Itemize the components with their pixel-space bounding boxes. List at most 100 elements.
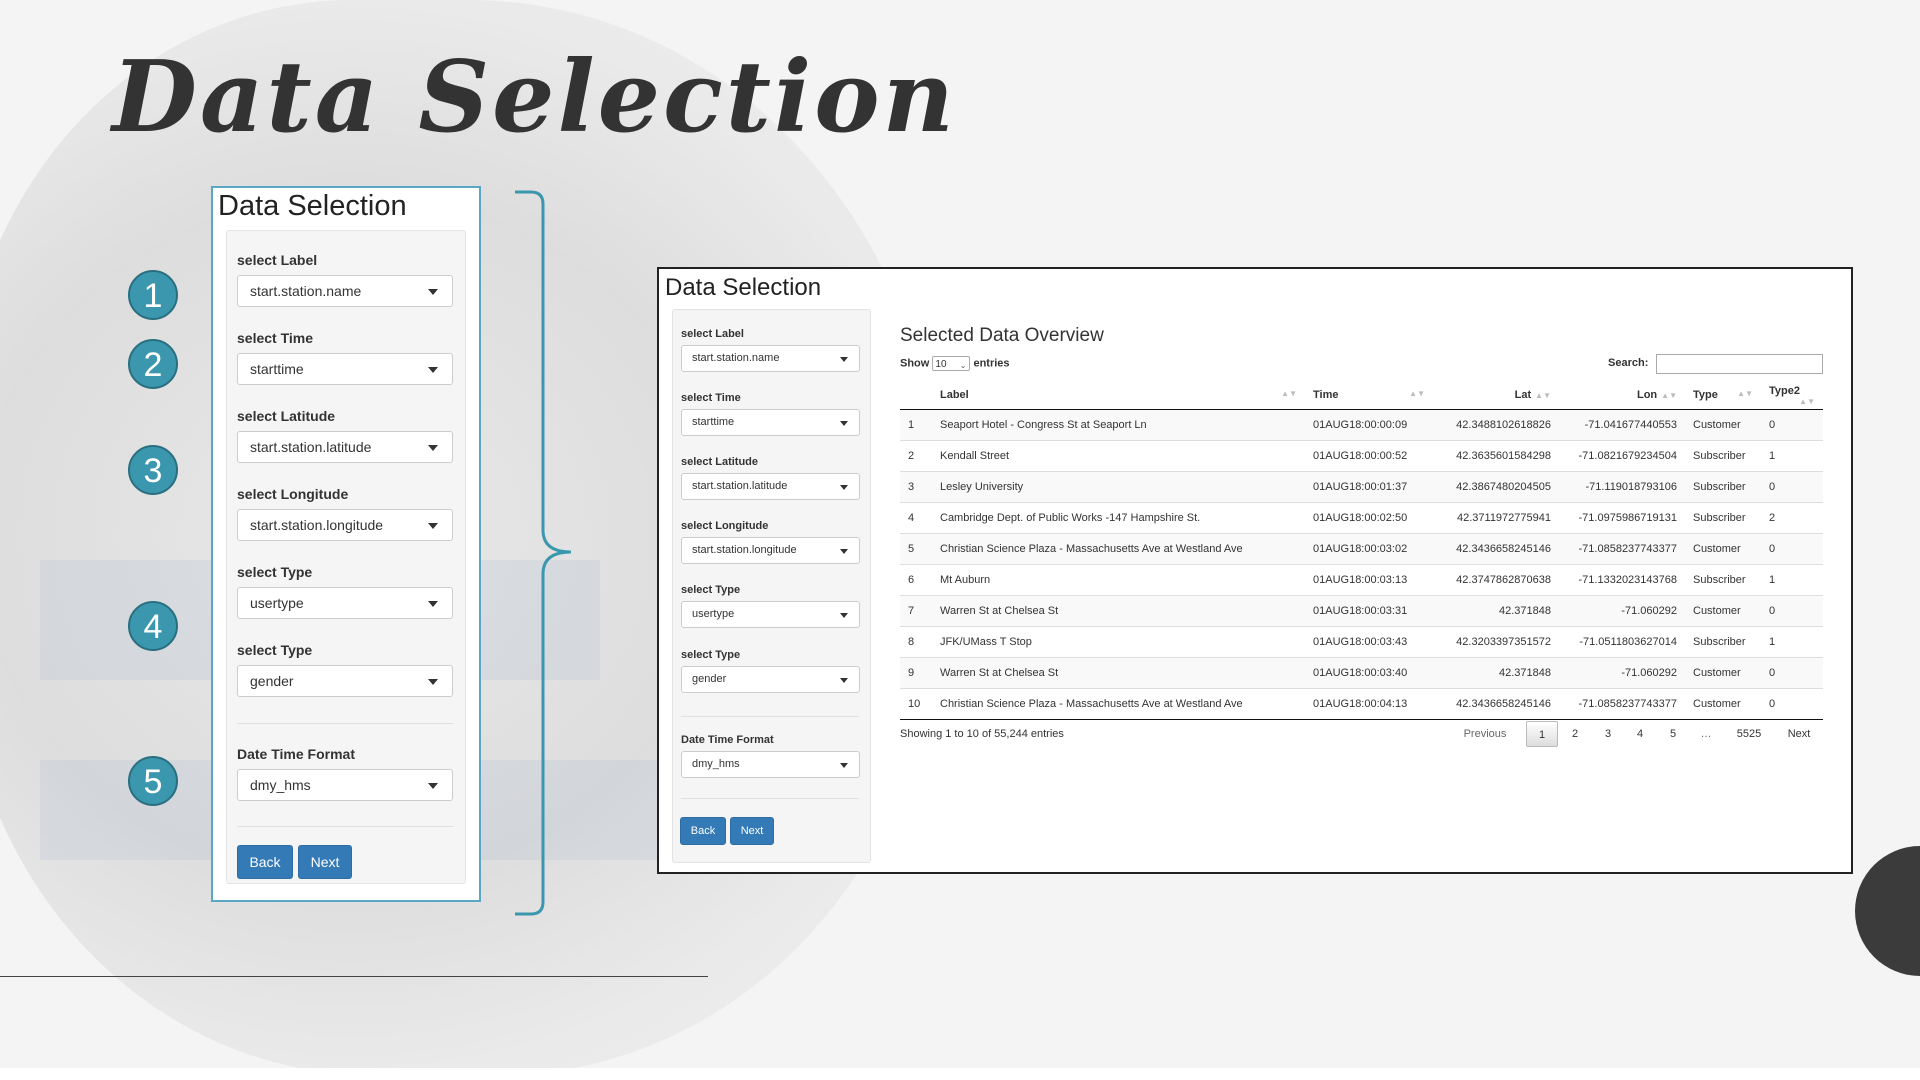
datetime-format-select[interactable]: dmy_hms <box>681 751 860 778</box>
cell-lat: 42.3747862870638 <box>1433 564 1559 596</box>
back-button[interactable]: Back <box>680 817 726 845</box>
cell-time: 01AUG18:00:03:40 <box>1305 657 1433 689</box>
type-select[interactable]: usertype <box>237 587 453 619</box>
pagination-ellipsis: … <box>1700 728 1712 740</box>
caret-down-icon <box>428 367 438 373</box>
label-select[interactable]: start.station.name <box>681 345 860 372</box>
select-value: start.station.longitude <box>250 517 384 533</box>
select-value: gender <box>250 673 294 689</box>
entries-value: 10 <box>935 359 947 370</box>
table-row[interactable]: 9 Warren St at Chelsea St 01AUG18:00:03:… <box>900 657 1823 689</box>
row-index: 6 <box>900 564 932 596</box>
field-label: select Type <box>237 564 313 580</box>
row-index: 2 <box>900 440 932 472</box>
type2-select[interactable]: gender <box>681 666 860 693</box>
cell-lon: -71.0858237743377 <box>1559 533 1685 565</box>
type-select[interactable]: usertype <box>681 601 860 628</box>
search-input[interactable] <box>1656 354 1823 374</box>
column-header-type[interactable]: Type ▲▼ <box>1685 381 1761 410</box>
table-row[interactable]: 3 Lesley University 01AUG18:00:01:37 42.… <box>900 471 1823 503</box>
select-value: start.station.latitude <box>250 439 372 455</box>
table-row[interactable]: 4 Cambridge Dept. of Public Works -147 H… <box>900 502 1823 534</box>
select-value: usertype <box>250 595 304 611</box>
cell-label: Lesley University <box>932 471 1305 503</box>
entries-select[interactable]: 10 ⌄ <box>932 356 971 371</box>
cell-lon: -71.0975986719131 <box>1559 502 1685 534</box>
cell-time: 01AUG18:00:02:50 <box>1305 502 1433 534</box>
longitude-field: select Longitude start.station.longitude <box>237 486 453 541</box>
cell-time: 01AUG18:00:00:09 <box>1305 409 1433 441</box>
select-value: starttime <box>250 361 304 377</box>
cell-type2: 0 <box>1761 409 1823 441</box>
table-row[interactable]: 1 Seaport Hotel - Congress St at Seaport… <box>900 409 1823 441</box>
type-field: select Type usertype <box>681 584 860 628</box>
cell-label: Seaport Hotel - Congress St at Seaport L… <box>932 409 1305 441</box>
row-index: 8 <box>900 626 932 658</box>
datetime-format-select[interactable]: dmy_hms <box>237 769 453 801</box>
bracket-connector <box>515 190 571 916</box>
column-header-type2[interactable]: Type2 ▲▼ <box>1761 381 1823 410</box>
pagination-page-5[interactable]: 5 <box>1659 721 1687 747</box>
column-header-time[interactable]: Time ▲▼ <box>1305 381 1433 410</box>
field-label: select Label <box>681 328 744 340</box>
row-index: 10 <box>900 688 932 720</box>
cell-lat: 42.3436658245146 <box>1433 533 1559 565</box>
cell-time: 01AUG18:00:04:13 <box>1305 688 1433 720</box>
table-row[interactable]: 5 Christian Science Plaza - Massachusett… <box>900 533 1823 565</box>
column-header-lat[interactable]: Lat ▲▼ <box>1433 381 1559 410</box>
pagination-page-3[interactable]: 3 <box>1594 721 1622 747</box>
cell-lon: -71.060292 <box>1559 657 1685 689</box>
latitude-select[interactable]: start.station.latitude <box>237 431 453 463</box>
column-header-label[interactable]: Label ▲▼ <box>932 381 1305 410</box>
cell-type2: 2 <box>1761 502 1823 534</box>
row-index: 7 <box>900 595 932 627</box>
select-value: dmy_hms <box>250 777 311 793</box>
latitude-select[interactable]: start.station.latitude <box>681 473 860 500</box>
pagination-page-2[interactable]: 2 <box>1561 721 1589 747</box>
cell-type: Customer <box>1685 595 1761 627</box>
time-select[interactable]: starttime <box>681 409 860 436</box>
caret-down-icon <box>840 549 848 554</box>
column-header-lon[interactable]: Lon ▲▼ <box>1559 381 1685 410</box>
label-field: select Label start.station.name <box>237 252 453 307</box>
pagination-page-last[interactable]: 5525 <box>1729 721 1769 747</box>
divider <box>237 723 453 724</box>
type2-select[interactable]: gender <box>237 665 453 697</box>
next-button[interactable]: Next <box>730 817 774 845</box>
caret-down-icon <box>840 485 848 490</box>
table-info: Showing 1 to 10 of 55,244 entries <box>900 728 1064 740</box>
pagination-next[interactable]: Next <box>1779 721 1819 747</box>
longitude-field: select Longitude start.station.longitude <box>681 520 860 564</box>
time-select[interactable]: starttime <box>237 353 453 385</box>
cell-type2: 0 <box>1761 595 1823 627</box>
next-button[interactable]: Next <box>298 845 352 879</box>
table-row[interactable]: 8 JFK/UMass T Stop 01AUG18:00:03:43 42.3… <box>900 626 1823 658</box>
select-value: start.station.longitude <box>692 544 797 556</box>
pagination-previous[interactable]: Previous <box>1454 721 1516 747</box>
longitude-select[interactable]: start.station.longitude <box>237 509 453 541</box>
cell-lat: 42.371848 <box>1433 595 1559 627</box>
sort-icon: ▲▼ <box>1281 389 1297 398</box>
label-select[interactable]: start.station.name <box>237 275 453 307</box>
pagination-page-4[interactable]: 4 <box>1626 721 1654 747</box>
pagination-page-1[interactable]: 1 <box>1526 721 1558 747</box>
cell-lat: 42.3711972775941 <box>1433 502 1559 534</box>
table-row[interactable]: 6 Mt Auburn 01AUG18:00:03:13 42.37478628… <box>900 564 1823 596</box>
cell-type2: 0 <box>1761 657 1823 689</box>
select-value: start.station.name <box>692 352 780 364</box>
field-label: select Type <box>681 584 741 596</box>
table-row[interactable]: 2 Kendall Street 01AUG18:00:00:52 42.363… <box>900 440 1823 472</box>
cell-lat: 42.3488102618826 <box>1433 409 1559 441</box>
table-row[interactable]: 10 Christian Science Plaza - Massachuset… <box>900 688 1823 720</box>
caret-down-icon <box>840 678 848 683</box>
back-button[interactable]: Back <box>237 845 293 879</box>
longitude-select[interactable]: start.station.longitude <box>681 537 860 564</box>
field-label: Date Time Format <box>237 746 355 762</box>
cell-type2: 0 <box>1761 533 1823 565</box>
field-label: select Longitude <box>681 520 769 532</box>
cell-lat: 42.371848 <box>1433 657 1559 689</box>
row-index: 5 <box>900 533 932 565</box>
caret-down-icon <box>428 601 438 607</box>
cell-lon: -71.0821679234504 <box>1559 440 1685 472</box>
table-row[interactable]: 7 Warren St at Chelsea St 01AUG18:00:03:… <box>900 595 1823 627</box>
